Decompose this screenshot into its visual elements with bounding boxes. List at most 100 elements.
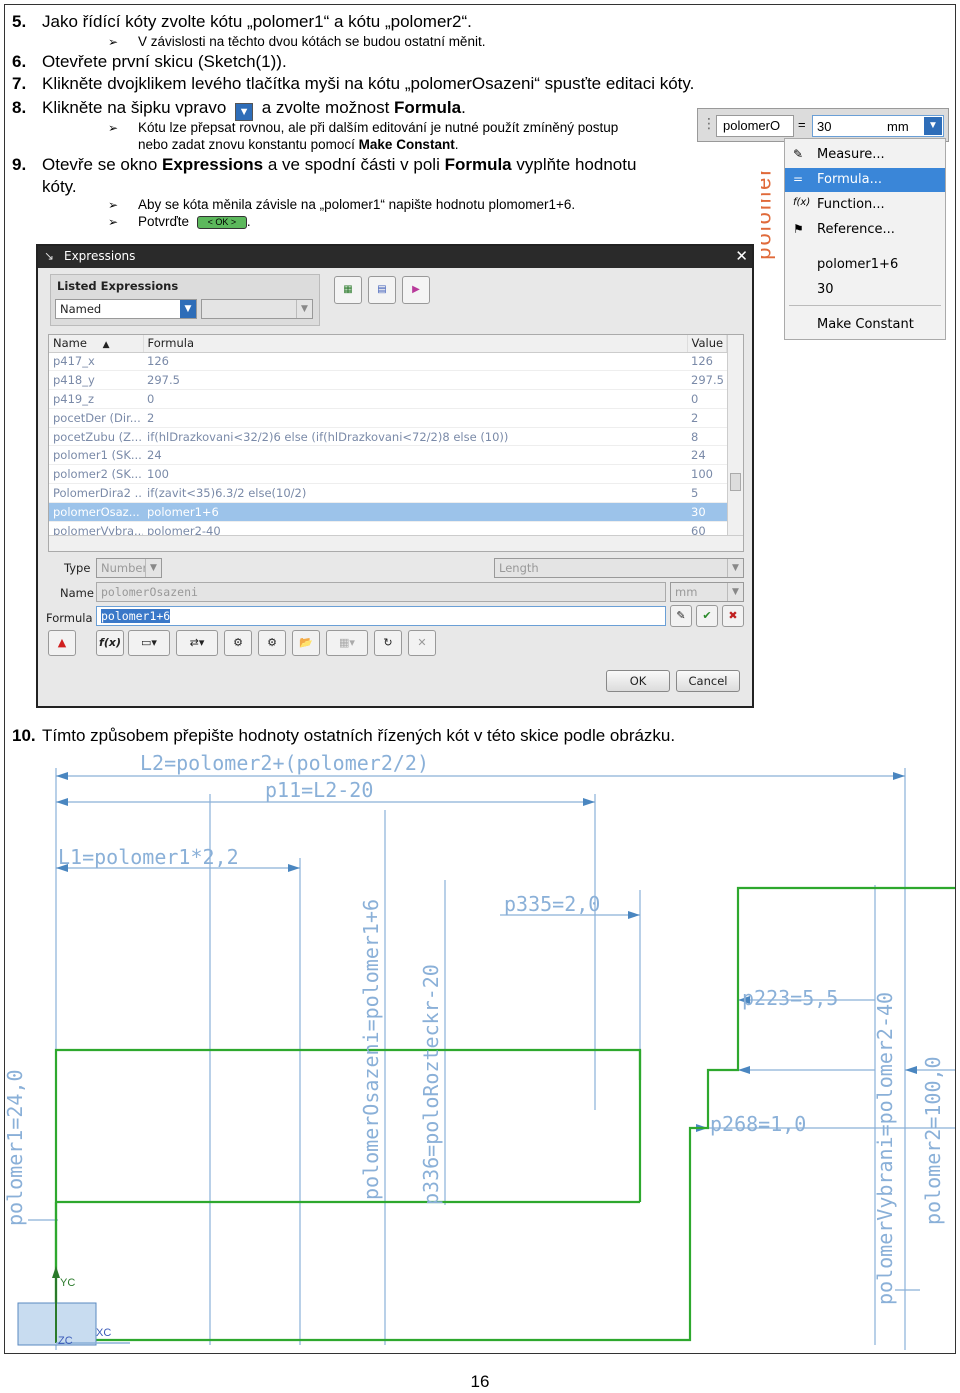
menu-item-function[interactable]: f(x) Function... bbox=[785, 193, 945, 217]
select-value: Number bbox=[101, 561, 148, 575]
edit-button[interactable]: ✎ bbox=[670, 605, 692, 627]
folder-icon: 📂 bbox=[299, 636, 313, 649]
cancel-button[interactable]: Cancel bbox=[676, 670, 740, 692]
menu-label: Measure... bbox=[817, 147, 885, 162]
dim-polomer2[interactable]: polomer2=100,0 bbox=[921, 1056, 945, 1225]
dimension-value-field[interactable]: 30 mm ▼ bbox=[812, 115, 944, 137]
dim-p336[interactable]: p336=poloRozteckr-20 bbox=[419, 964, 443, 1205]
chevron-down-icon: ▼ bbox=[180, 300, 196, 318]
export-button[interactable]: ▶ bbox=[402, 276, 430, 304]
filter-select: ▼ bbox=[201, 299, 313, 319]
select-value: Length bbox=[499, 561, 539, 575]
collapse-button[interactable]: ▲ bbox=[48, 630, 76, 656]
ok-button[interactable]: OK bbox=[606, 670, 670, 692]
dim-polomer1[interactable]: polomer1=24,0 bbox=[3, 1069, 27, 1226]
dim-p223[interactable]: p223=5,5 bbox=[742, 986, 838, 1010]
link-edit-icon: ⚙ bbox=[267, 636, 277, 649]
expressions-table: Name ▲ Formula Value p417_x 126 126 p418_y 2… bbox=[48, 334, 744, 552]
scrollbar-thumb[interactable] bbox=[730, 473, 741, 491]
menu-item-measure[interactable]: ✎ Measure... bbox=[785, 143, 945, 167]
menu-item-formula[interactable]: = Formula... bbox=[785, 168, 945, 192]
cell-name: p418_y bbox=[49, 370, 143, 391]
column-header-name[interactable]: Name ▲ bbox=[49, 335, 144, 353]
field-value: polomerOsazeni bbox=[101, 585, 198, 599]
step-6: 6. Otevřete první skicu (Sketch(1)). bbox=[12, 52, 287, 72]
step-9-note: ➢ Aby se kóta měnila závisle na „polomer1… bbox=[108, 197, 575, 212]
dim-polomer-vybrani[interactable]: polomerVybrani=polomer2-40 bbox=[873, 992, 897, 1305]
bullet-arrow-icon: ➢ bbox=[108, 198, 119, 212]
table-row[interactable]: pocetDer (Dir... 2 2 bbox=[49, 408, 727, 428]
menu-label: Formula... bbox=[817, 172, 882, 187]
table-row[interactable]: polomer2 (SK... 100 100 bbox=[49, 464, 727, 485]
cell-value: 24 bbox=[687, 445, 727, 466]
column-header-formula[interactable]: Formula bbox=[143, 335, 688, 353]
horizontal-scrollbar[interactable] bbox=[49, 535, 743, 551]
delete-button[interactable]: ✕ bbox=[408, 630, 436, 656]
table-header: Name ▲ Formula Value bbox=[49, 335, 727, 353]
function-button[interactable]: f(x) bbox=[96, 630, 124, 656]
note-text: nebo zadat znovu konstantu pomocí bbox=[138, 137, 355, 152]
check-icon: ✔ bbox=[702, 609, 712, 622]
step-text: Klikněte na šipku vpravo bbox=[42, 98, 227, 117]
vertical-label-polomer: polomer bbox=[761, 166, 776, 260]
listed-expressions-select[interactable]: Named ▼ bbox=[55, 299, 197, 319]
dim-p11[interactable]: p11=L2-20 bbox=[265, 778, 373, 802]
step-text: a ve spodní části v poli bbox=[267, 155, 440, 174]
step-9-cont: kóty. bbox=[42, 177, 77, 197]
name-field[interactable]: polomerOsazeni bbox=[96, 582, 666, 602]
step-text: vyplňte hodnotu bbox=[516, 155, 637, 174]
cell-formula: 24 bbox=[143, 445, 687, 466]
dimension-name-field[interactable]: polomerO bbox=[716, 115, 794, 137]
formula-label: Formula bbox=[46, 611, 93, 625]
spreadsheet-icon: ▦ bbox=[343, 284, 353, 295]
table-row[interactable]: polomerOsaz... polomer1+6 30 bbox=[49, 502, 727, 522]
step-8: 8. Klikněte na šipku vpravo ▼ a zvolte mo… bbox=[12, 98, 466, 121]
edit-link-button[interactable]: ⚙ bbox=[258, 630, 286, 656]
cross-icon: ✕ bbox=[417, 636, 427, 649]
reject-button[interactable]: ✖ bbox=[722, 605, 744, 627]
dim-l1[interactable]: L1=polomer1*2,2 bbox=[58, 845, 239, 869]
table-row[interactable]: p419_z 0 0 bbox=[49, 389, 727, 409]
table-row[interactable]: p417_x 126 126 bbox=[49, 352, 727, 372]
menu-label: Function... bbox=[817, 197, 885, 212]
field-value: polomer1+6 bbox=[101, 609, 171, 623]
reference-icon: ⇄▾ bbox=[189, 636, 205, 649]
menu-item-recent-value[interactable]: 30 bbox=[785, 278, 945, 302]
note-text: V závislosti na těchto dvou kótách se bu… bbox=[138, 34, 486, 49]
export-icon: ▶ bbox=[412, 284, 420, 295]
formula-field[interactable]: polomer1+6 bbox=[96, 606, 666, 626]
vertical-scrollbar[interactable] bbox=[727, 335, 743, 535]
dim-p268[interactable]: p268=1,0 bbox=[710, 1112, 806, 1136]
step-8-note: ➢ Kótu lze přepsat rovnou, ale při dalším… bbox=[108, 120, 618, 135]
menu-item-make-constant[interactable]: Make Constant bbox=[785, 313, 945, 337]
edit-icon: ✎ bbox=[676, 609, 686, 622]
step-10: 10. Tímto způsobem přepište hodnoty ostat… bbox=[12, 726, 675, 746]
create-link-button[interactable]: ⚙ bbox=[224, 630, 252, 656]
dim-p335[interactable]: p335=2,0 bbox=[504, 892, 600, 916]
table-row[interactable]: pocetZubu (Z... if(hlDrazkovani<32/2)6 el… bbox=[49, 427, 727, 447]
menu-item-recent-formula[interactable]: polomer1+6 bbox=[785, 253, 945, 277]
import-button[interactable]: ▤ bbox=[368, 276, 396, 304]
dim-polomer-osazeni[interactable]: polomerOsazeni=polomer1+6 bbox=[359, 899, 383, 1200]
menu-item-reference[interactable]: ⚑ Reference... bbox=[785, 218, 945, 242]
step-number: 10. bbox=[12, 726, 36, 745]
table-row[interactable]: polomer1 (SK... 24 24 bbox=[49, 445, 727, 466]
table-row[interactable]: PolomerDira2 ... if(zavit<35)6.3/2 else(1… bbox=[49, 483, 727, 503]
refresh-button[interactable]: ↻ bbox=[374, 630, 402, 656]
spreadsheet-button[interactable]: ▦ bbox=[334, 276, 362, 304]
measure-button[interactable]: ▭▾ bbox=[128, 630, 170, 656]
step-text: Otevře se okno bbox=[42, 155, 158, 174]
table-row[interactable]: p418_y 297.5 297.5 bbox=[49, 370, 727, 391]
cell-name: polomerOsaz... bbox=[49, 502, 143, 522]
cell-name: p417_x bbox=[49, 352, 143, 372]
open-button[interactable]: 📂 bbox=[292, 630, 320, 656]
dropdown-arrow-icon[interactable]: ▼ bbox=[924, 117, 942, 135]
reference-button[interactable]: ⇄▾ bbox=[176, 630, 218, 656]
cell-formula: polomer1+6 bbox=[143, 502, 687, 522]
accept-button[interactable]: ✔ bbox=[696, 605, 718, 627]
dim-l2[interactable]: L2=polomer2+(polomer2/2) bbox=[140, 751, 429, 775]
punctuation: . bbox=[246, 214, 251, 229]
step-9: 9. Otevře se okno Expressions a ve spodní… bbox=[12, 155, 636, 175]
import-icon: ▤ bbox=[377, 284, 387, 295]
cell-value: 5 bbox=[687, 483, 727, 503]
